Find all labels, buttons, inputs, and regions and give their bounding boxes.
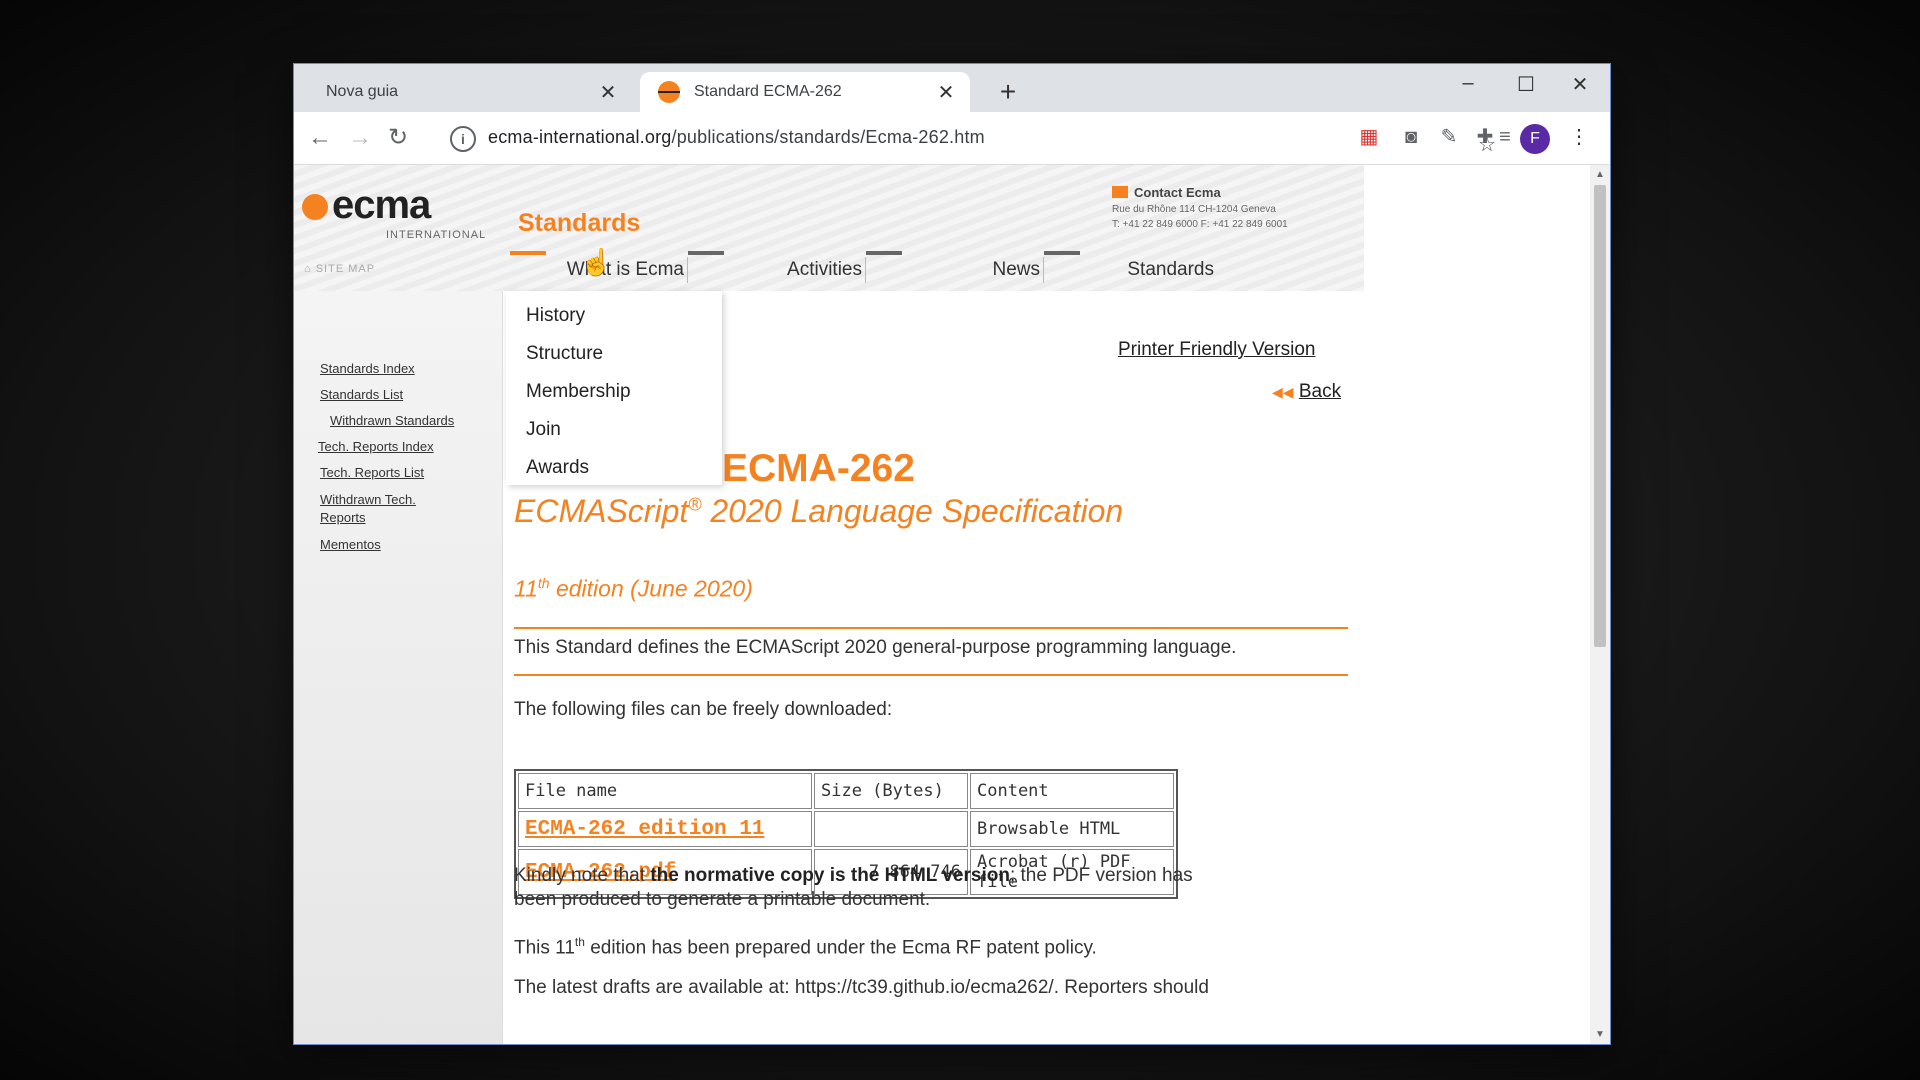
reload-icon[interactable]: ↻ — [382, 122, 414, 154]
drafts-note[interactable]: The latest drafts are available at: http… — [514, 977, 1209, 999]
what-is-ecma-dropdown: History Structure Membership Join Awards — [506, 291, 722, 485]
table-header: File name — [518, 773, 812, 809]
ecma-logo[interactable]: ecma — [302, 183, 431, 228]
menu-standards[interactable]: Standards — [1044, 251, 1214, 289]
scroll-down-icon[interactable]: ▼ — [1594, 1029, 1606, 1040]
page-title: ECMA-262 — [722, 447, 915, 490]
close-window-button[interactable]: ✕ — [1560, 72, 1600, 97]
minimize-button[interactable]: – — [1448, 72, 1488, 95]
url-text[interactable]: ecma-international.org/publications/stan… — [488, 127, 985, 148]
file-link-html[interactable]: ECMA-262 edition 11 — [518, 811, 812, 847]
browser-window: Nova guia ✕ Standard ECMA-262 ✕ + – ☐ ✕ … — [294, 64, 1610, 1044]
envelope-icon — [1112, 186, 1128, 198]
menu-activities[interactable]: Activities — [688, 251, 866, 289]
vertical-scrollbar[interactable]: ▲ ▼ — [1590, 165, 1610, 1044]
normative-note: Kindly note that the normative copy is t… — [514, 865, 1193, 886]
printer-friendly-link[interactable]: Printer Friendly Version — [1118, 339, 1315, 361]
sidebar-item-withdrawn-tech-reports[interactable]: Withdrawn Tech. Reports — [320, 491, 450, 527]
scroll-up-icon[interactable]: ▲ — [1594, 169, 1606, 180]
contact-address: Rue du Rhône 114 CH-1204 Geneva — [1112, 204, 1276, 215]
edition-label: 11th edition (June 2020) — [514, 575, 753, 602]
back-arrow-icon: ◀◀ — [1272, 384, 1294, 400]
tab-nova-guia[interactable]: Nova guia ✕ — [302, 72, 632, 112]
tab-title: Nova guia — [326, 83, 399, 100]
pen-extension-icon[interactable]: ✎ — [1434, 122, 1464, 152]
sidebar-item-tech-reports-index[interactable]: Tech. Reports Index — [318, 439, 434, 454]
patent-note: This 11th edition has been prepared unde… — [514, 935, 1097, 959]
dropdown-item-join[interactable]: Join — [526, 419, 561, 441]
logo-dot — [302, 194, 328, 220]
site-map-link[interactable]: ⌂ SITE MAP — [304, 263, 375, 275]
contact-title[interactable]: Contact Ecma — [1112, 185, 1362, 200]
page-viewport: ecma INTERNATIONAL Standards Contact Ecm… — [294, 165, 1590, 1044]
dropdown-item-structure[interactable]: Structure — [526, 343, 603, 365]
table-header: Content — [970, 773, 1174, 809]
dropdown-item-membership[interactable]: Membership — [526, 381, 631, 403]
table-header: Size (Bytes) — [814, 773, 968, 809]
tab-standard-ecma-262[interactable]: Standard ECMA-262 ✕ — [640, 72, 970, 112]
sidebar-item-tech-reports-list[interactable]: Tech. Reports List — [320, 465, 424, 480]
menu-marker — [688, 251, 724, 255]
menu-news[interactable]: News — [866, 251, 1044, 289]
camera-icon[interactable]: ◙ — [1396, 122, 1426, 152]
standard-description: This Standard defines the ECMAScript 202… — [514, 637, 1237, 658]
sidebar-item-standards-index[interactable]: Standards Index — [320, 361, 415, 376]
sidebar: Standards Index Standards List Withdrawn… — [294, 291, 503, 1044]
profile-avatar[interactable]: F — [1520, 124, 1550, 154]
back-arrow-icon[interactable]: ← — [304, 122, 336, 154]
close-tab-icon[interactable]: ✕ — [594, 80, 622, 105]
scrollbar-thumb[interactable] — [1594, 185, 1606, 647]
tab-title: Standard ECMA-262 — [694, 83, 842, 100]
menu-marker — [866, 251, 902, 255]
divider — [514, 627, 1348, 629]
table-row: ECMA-262 edition 11 Browsable HTML — [518, 811, 1174, 847]
sidebar-item-withdrawn-standards[interactable]: Withdrawn Standards — [330, 413, 454, 428]
downloads-intro: The following files can be freely downlo… — [514, 699, 893, 720]
normative-note-line2: been produced to generate a printable do… — [514, 889, 931, 910]
contact-box: Contact Ecma Rue du Rhône 114 CH-1204 Ge… — [1112, 185, 1362, 230]
file-content: Browsable HTML — [970, 811, 1174, 847]
ecma-favicon-icon — [658, 81, 680, 103]
close-tab-icon[interactable]: ✕ — [932, 80, 960, 105]
divider — [514, 674, 1348, 676]
forward-arrow-icon[interactable]: → — [344, 122, 376, 154]
table-header-row: File name Size (Bytes) Content — [518, 773, 1174, 809]
tab-strip: Nova guia ✕ Standard ECMA-262 ✕ + – ☐ ✕ — [294, 64, 1610, 112]
site-info-icon[interactable]: i — [450, 126, 476, 152]
page-subtitle: ECMAScript® 2020 Language Specification — [514, 493, 1124, 529]
menu-marker — [1044, 251, 1080, 255]
new-tab-button[interactable]: + — [994, 78, 1022, 106]
contact-phone: T: +41 22 849 6000 F: +41 22 849 6001 — [1112, 219, 1288, 230]
main-menu: What is Ecma Activities News Standards — [506, 251, 1364, 289]
back-link[interactable]: ◀◀ Back — [1272, 381, 1341, 403]
section-title: Standards — [518, 209, 641, 237]
sidebar-item-standards-list[interactable]: Standards List — [320, 387, 403, 402]
site-header: ecma INTERNATIONAL Standards Contact Ecm… — [294, 165, 1364, 291]
media-queue-icon[interactable]: ≡ — [1490, 122, 1520, 152]
logo-subtitle: INTERNATIONAL — [386, 229, 487, 241]
menu-kebab-icon[interactable]: ⋮ — [1564, 122, 1594, 152]
maximize-button[interactable]: ☐ — [1506, 72, 1546, 97]
browser-toolbar: ← → ↻ i ecma-international.org/publicati… — [294, 112, 1610, 165]
extension-red-icon[interactable]: ▦ — [1354, 122, 1384, 152]
dropdown-item-history[interactable]: History — [526, 305, 585, 327]
dropdown-item-awards[interactable]: Awards — [526, 457, 589, 479]
sidebar-item-mementos[interactable]: Mementos — [320, 537, 381, 552]
file-size — [814, 811, 968, 847]
address-bar[interactable]: i ecma-international.org/publications/st… — [444, 120, 1554, 156]
menu-marker — [510, 251, 546, 255]
